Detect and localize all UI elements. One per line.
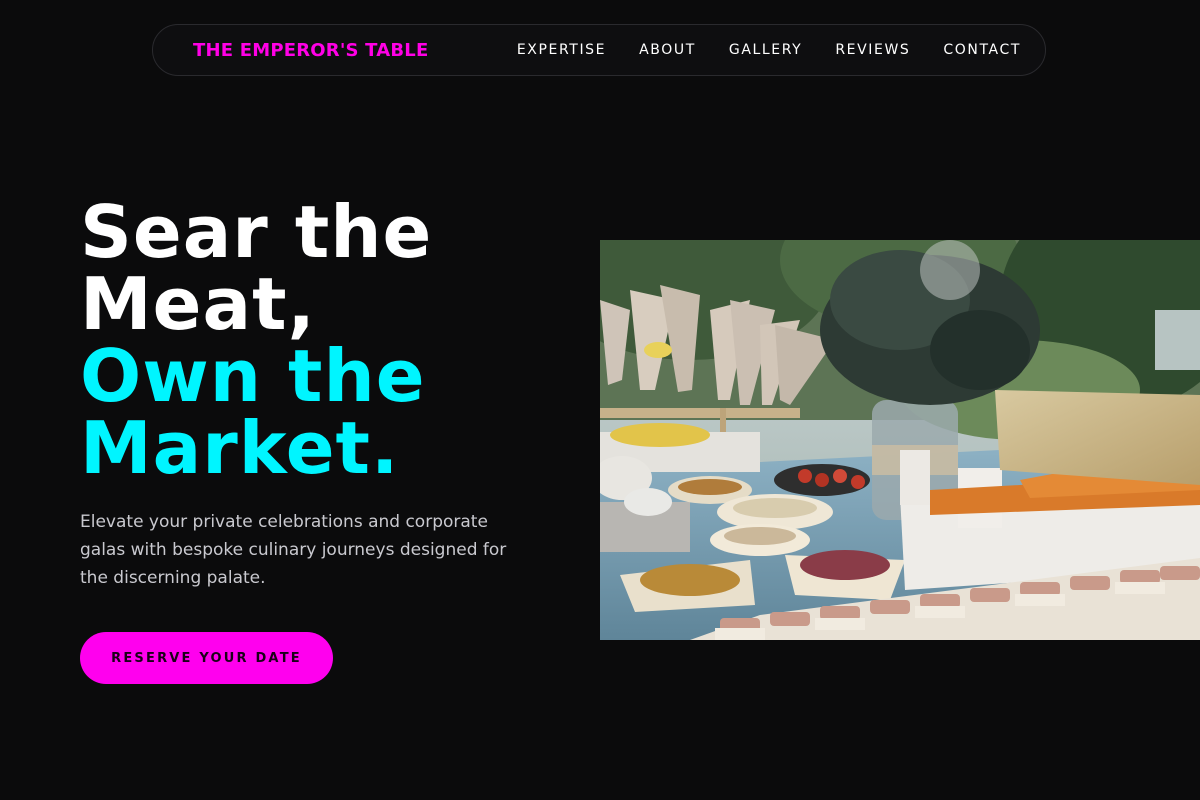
- top-navbar: THE EMPEROR'S TABLE EXPERTISE ABOUT GALL…: [152, 24, 1046, 76]
- nav-link-expertise[interactable]: EXPERTISE: [517, 42, 606, 58]
- hero-title-line-4: Market.: [80, 406, 400, 490]
- hero-title-line-2: Meat,: [80, 262, 316, 346]
- nav-link-about[interactable]: ABOUT: [639, 42, 696, 58]
- hero-catering-photo: [600, 240, 1200, 640]
- hero-title: Sear the Meat, Own the Market.: [80, 196, 560, 484]
- hero-title-line-1: Sear the: [80, 190, 433, 274]
- nav-links: EXPERTISE ABOUT GALLERY REVIEWS CONTACT: [517, 42, 1021, 58]
- catering-table-illustration: [600, 240, 1200, 640]
- nav-link-gallery[interactable]: GALLERY: [729, 42, 802, 58]
- nav-link-contact[interactable]: CONTACT: [943, 42, 1021, 58]
- hero-title-line-3: Own the: [80, 334, 426, 418]
- reserve-date-button[interactable]: RESERVE YOUR DATE: [80, 632, 333, 684]
- nav-link-reviews[interactable]: REVIEWS: [835, 42, 910, 58]
- landing-page: THE EMPEROR'S TABLE EXPERTISE ABOUT GALL…: [0, 0, 1200, 800]
- hero-description: Elevate your private celebrations and co…: [80, 512, 507, 588]
- brand-logo[interactable]: THE EMPEROR'S TABLE: [193, 40, 428, 61]
